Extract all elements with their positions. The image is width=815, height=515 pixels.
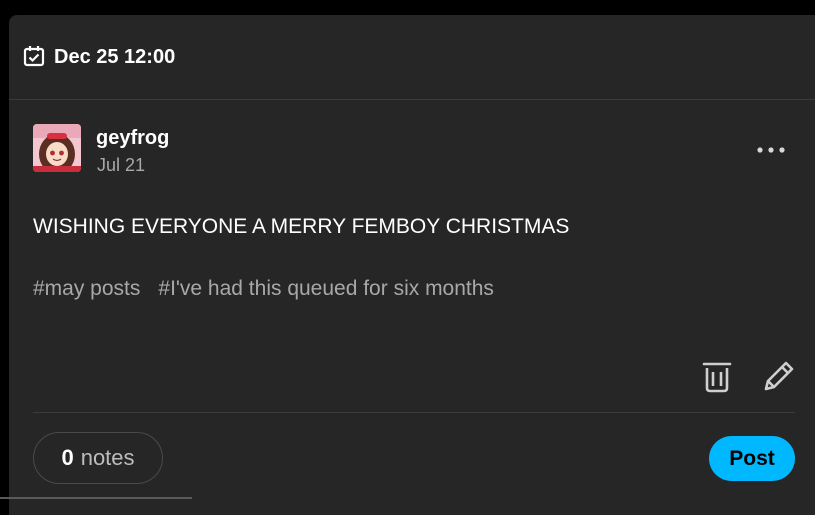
notes-count: 0 [61, 445, 74, 470]
tag-link[interactable]: #may posts [33, 275, 140, 303]
edit-button[interactable] [761, 358, 797, 394]
post-body-text: WISHING EVERYONE A MERRY FEMBOY CHRISTMA… [33, 215, 570, 238]
ellipsis-icon [757, 147, 785, 153]
post-card: Dec 25 12:00 geyfrog Jul 21 WISHING EVER… [9, 15, 815, 515]
scrollbar[interactable] [0, 497, 192, 499]
notes-label: notes [80, 445, 135, 470]
post-date[interactable]: Jul 21 [97, 153, 145, 177]
post-tags: #may posts #I've had this queued for six… [33, 275, 494, 303]
notes-button[interactable]: 0 notes [33, 432, 163, 484]
more-options-button[interactable] [754, 141, 788, 159]
footer-divider [33, 412, 795, 413]
post-button[interactable]: Post [709, 436, 795, 481]
delete-button[interactable] [701, 358, 733, 394]
calendar-check-icon [23, 45, 45, 67]
pencil-icon [764, 361, 794, 391]
trash-icon [702, 362, 732, 393]
scheduled-header: Dec 25 12:00 [9, 15, 815, 100]
scheduled-datetime: Dec 25 12:00 [54, 46, 176, 68]
post-author[interactable]: geyfrog [96, 125, 169, 151]
avatar[interactable] [33, 124, 81, 172]
tag-link[interactable]: #I've had this queued for six months [158, 275, 494, 303]
